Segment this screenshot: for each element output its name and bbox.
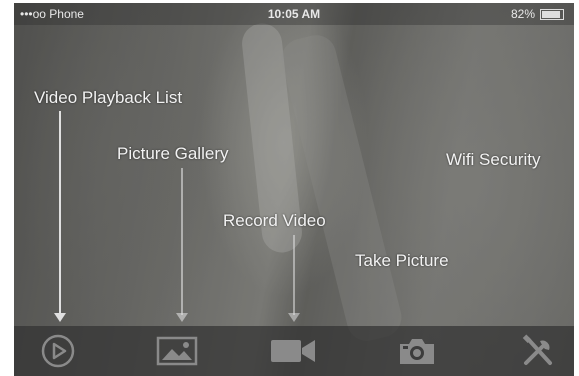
take-picture-label: Take Picture — [355, 251, 449, 270]
record-video-label: Record Video — [223, 211, 326, 230]
battery-status: 82% — [511, 7, 564, 21]
bottom-toolbar — [14, 326, 574, 376]
arrow-line — [293, 235, 295, 315]
clock: 10:05 AM — [267, 7, 321, 21]
arrowhead — [54, 313, 66, 322]
status-bar: •••oo Phone 10:05 AM 82% — [14, 3, 574, 25]
tools-icon — [522, 334, 552, 365]
take-picture-button[interactable] — [389, 331, 445, 371]
record-video-button[interactable] — [265, 331, 321, 371]
picture-gallery-button[interactable] — [149, 331, 205, 371]
picture-gallery-label: Picture Gallery — [117, 144, 229, 163]
arrow-line — [181, 168, 183, 315]
arrowhead — [176, 313, 188, 322]
camera-icon — [400, 339, 434, 364]
play-icon — [41, 334, 75, 368]
gallery-icon — [156, 336, 198, 366]
arrow-line — [59, 111, 61, 315]
wifi-security-label: Wifi Security — [446, 150, 541, 169]
arrowhead — [288, 313, 300, 322]
wifi-security-button[interactable] — [510, 331, 566, 371]
battery-icon — [540, 8, 564, 20]
video-playback-button[interactable] — [30, 331, 86, 371]
video-camera-icon — [271, 340, 315, 362]
video-playback-list-label: Video Playback List — [34, 88, 183, 107]
app-screen: •••oo Phone 10:05 AM 82% Video Playback … — [14, 3, 574, 376]
battery-percent: 82% — [510, 7, 535, 21]
